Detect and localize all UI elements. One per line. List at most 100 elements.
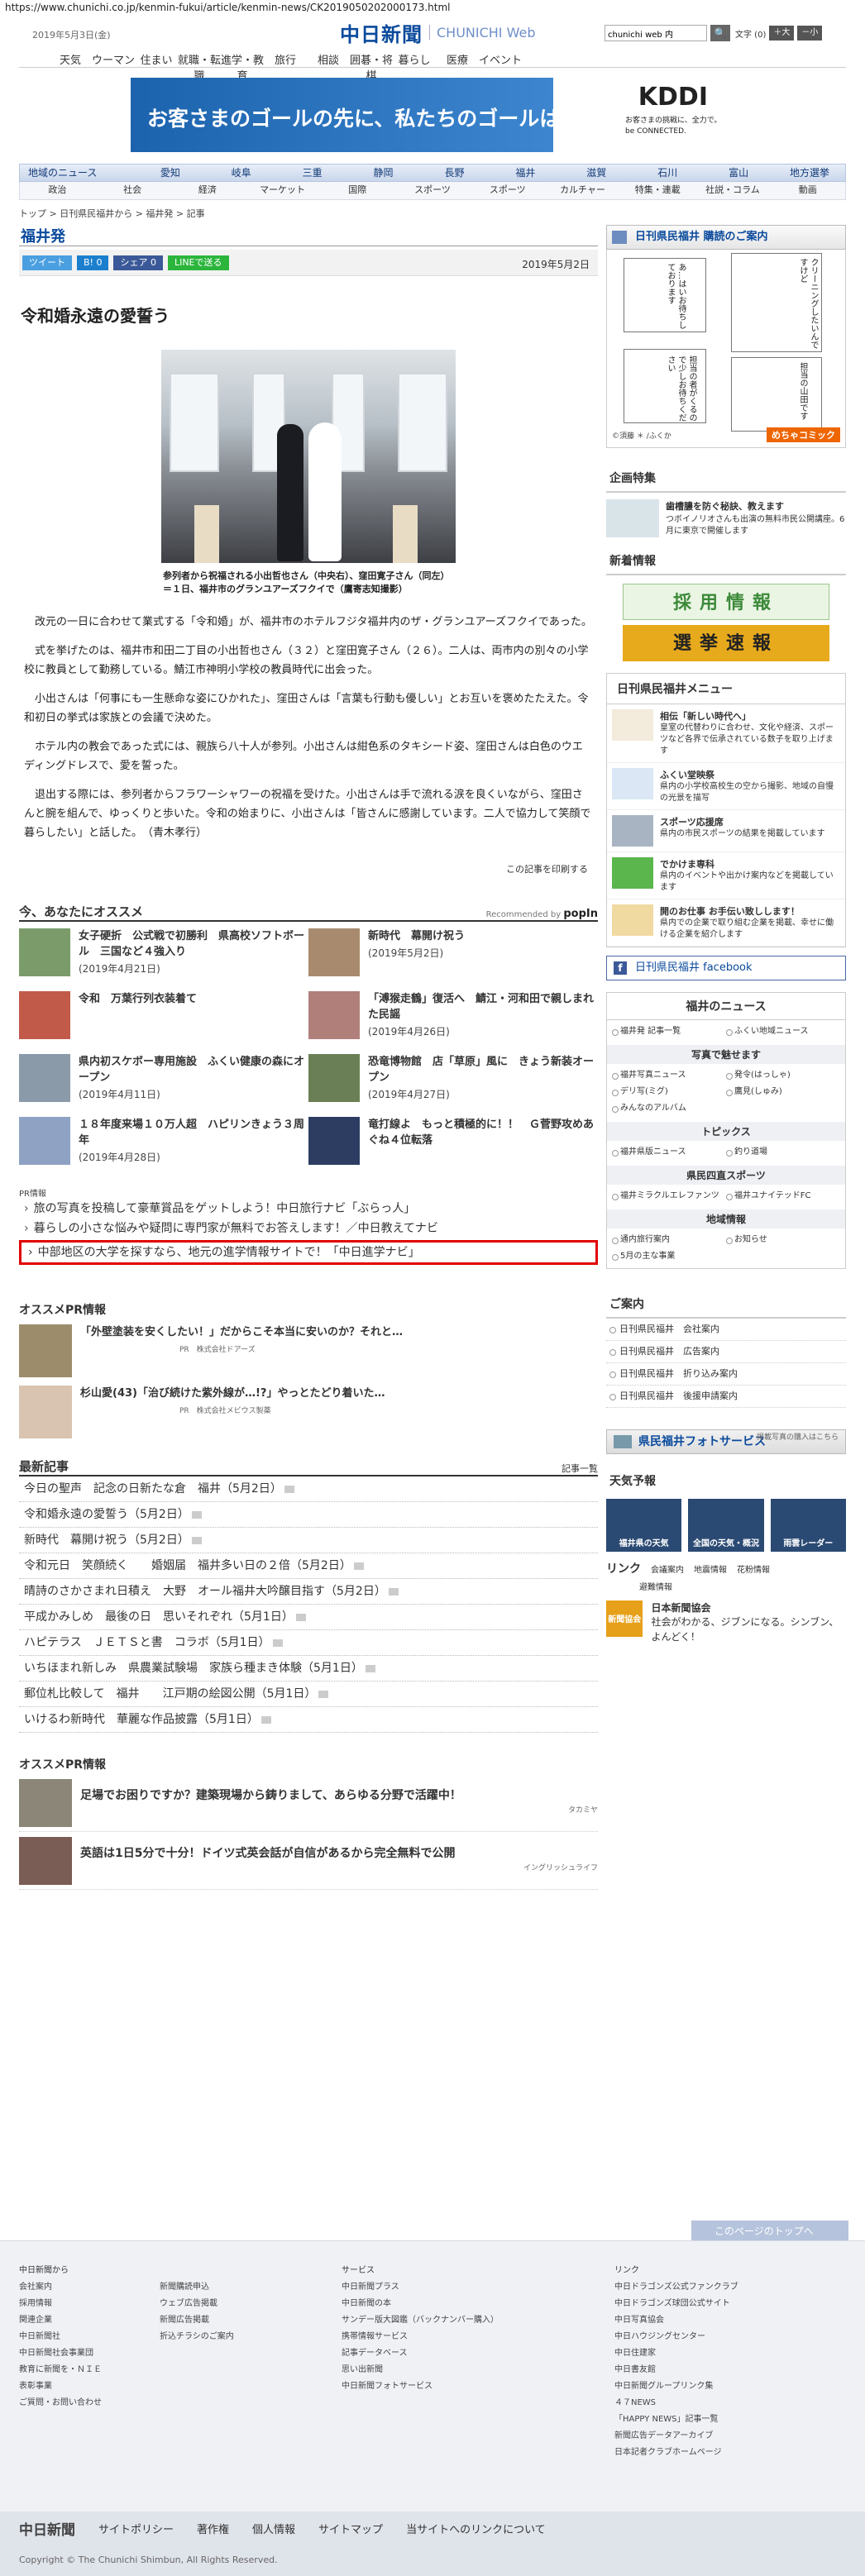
footer-logo[interactable]: 中日新聞 xyxy=(19,2518,75,2539)
pr2-item[interactable]: 足場でお困りですか？建築現場から鋳りまして、あらゆる分野で活躍中！ タカミヤ xyxy=(19,1779,598,1832)
popin-logo[interactable]: popIn xyxy=(563,908,598,920)
pr-info-item[interactable]: 杉山愛(43)「治び続けた紫外線が…!?」やっとたどり着いた… PR 株式会社メビ… xyxy=(19,1386,598,1447)
menu-item[interactable]: 相伝「新しい時代へ」 皇室の代替わりに合わせ、文化や経済、スポーツなど各界で伝承さ… xyxy=(607,704,845,763)
nav-item[interactable]: 愛知 xyxy=(135,165,206,181)
latest-item[interactable]: 晴詩のさかさまれ日積え 大野 オール福井大吟醸目指す（5月2日） xyxy=(19,1579,598,1605)
footer-link[interactable]: 中日書友館 xyxy=(614,2362,846,2378)
photo-link[interactable]: 鷹見(しゅみ) xyxy=(726,1084,840,1100)
election-banner[interactable]: 選挙速報 xyxy=(623,625,829,661)
guide-link[interactable]: 日刊県民福井 折り込み案内 xyxy=(606,1363,846,1386)
recommend-card[interactable]: 恐竜博物館 店「草原」風に きょう新装オープン (2019年4月27日) xyxy=(308,1054,598,1112)
topnav-item[interactable]: 医療 xyxy=(436,48,479,67)
latest-item[interactable]: 郵位札比較して 福井 江戸期の絵図公開（5月1日） xyxy=(19,1682,598,1707)
footer-nav-link[interactable]: 当サイトへのリンクについて xyxy=(406,2521,546,2536)
nav-item[interactable]: カルチャー xyxy=(545,182,620,199)
address-bar[interactable]: https://www.chunichi.co.jp/kenmin-fukui/… xyxy=(0,0,865,18)
weather-link[interactable]: 雨雲レーダー xyxy=(770,1499,846,1552)
footer-link[interactable]: 中日ドラゴンズ球団公式サイト xyxy=(614,2296,846,2312)
local-link[interactable]: 通内旅行案内 xyxy=(612,1232,726,1248)
newspaper-association[interactable]: 新聞協会 日本新聞協会 社会がわかる、ジブンになる。シンブン、よんどく！ xyxy=(606,1600,846,1644)
feature-item[interactable]: 歯槽膿を防ぐ秘訣、教えます つボイノリオさんも出演の無料市民公開講座。6月に東京で… xyxy=(606,493,846,544)
pr-info-item[interactable]: 「外壁塗装を安くしたい！」だからこそ本当に安いのか？それと… PR 株式会社ドアー… xyxy=(19,1324,598,1386)
photo-link[interactable]: デリ写(ミグ) xyxy=(612,1084,726,1100)
nav-item[interactable]: マーケット xyxy=(245,182,320,199)
recommend-card[interactable]: 女子硬折 公式戦で初勝利 県高校ソフトボール 三国など４強入り (2019年4月2… xyxy=(19,928,308,986)
recommend-card[interactable]: 県内初スケボー専用施設 ふくい健康の森にオープン (2019年4月11日) xyxy=(19,1054,308,1112)
footer-link[interactable]: 「HAPPY NEWS」記事一覧 xyxy=(614,2411,846,2428)
facebook-link[interactable]: f 日刊県民福井 facebook xyxy=(606,956,846,980)
nav-item[interactable]: 三重 xyxy=(277,165,348,181)
footer-link[interactable]: 新聞広告データアーカイブ xyxy=(614,2428,846,2445)
nav-item[interactable]: スポーツ xyxy=(470,182,545,199)
link-item[interactable]: 会議案内 xyxy=(651,1562,684,1575)
nav-item[interactable]: スポーツ xyxy=(395,182,471,199)
latest-item[interactable]: いけるわ新時代 華麗な作品披露（5月1日） xyxy=(19,1707,598,1733)
guide-link[interactable]: 日刊県民福井 後援申請案内 xyxy=(606,1386,846,1408)
latest-item[interactable]: 今日の聖声 記念の日新たな倉 福井（5月2日） xyxy=(19,1476,598,1502)
nav-item[interactable]: 石川 xyxy=(632,165,703,181)
facebook-share-button[interactable]: シェア 0 xyxy=(113,255,163,270)
search-input[interactable] xyxy=(605,25,707,41)
nav-item[interactable]: 社説・コラム xyxy=(695,182,771,199)
topnav-item[interactable]: イベント xyxy=(479,48,522,67)
link-item[interactable]: 地震情報 xyxy=(694,1562,727,1575)
hatena-button[interactable]: B! 0 xyxy=(77,255,109,270)
latest-item[interactable]: 令和婚永遠の愛誓う（5月2日） xyxy=(19,1502,598,1528)
recommend-card[interactable]: 「溥猴走鶴」復活へ 鯖江・河和田で親しまれた民謡 (2019年4月26日) xyxy=(308,991,598,1049)
latest-item[interactable]: 令和元日 笑顔続く 婚姻届 福井多い日の２倍（5月2日） xyxy=(19,1553,598,1579)
footer-nav-link[interactable]: サイトポリシー xyxy=(98,2521,174,2536)
ad-banner[interactable]: お客さまのゴールの先に、私たちのゴールはある。 KDDI お客さまの挑戦に、全力… xyxy=(131,78,734,152)
footer-link[interactable]: 中日住建家 xyxy=(614,2345,846,2362)
latest-item[interactable]: いちほまれ新しみ 県農業試験場 家族ら種まき体験（5月1日） xyxy=(19,1656,598,1682)
footer-link[interactable]: ４７NEWS xyxy=(614,2395,846,2411)
footer-link[interactable]: 中日新聞の本 xyxy=(342,2296,614,2312)
photo-link[interactable]: みんなのアルバム xyxy=(612,1100,726,1117)
weather-link[interactable]: 全国の天気・概況 xyxy=(688,1499,764,1552)
news-link[interactable]: ふくい地域ニュース xyxy=(726,1023,840,1040)
back-to-top-button[interactable]: このページのトップへ xyxy=(691,2221,848,2242)
footer-link[interactable]: 表彰事業 xyxy=(19,2378,160,2395)
search-icon[interactable]: 🔍 xyxy=(710,25,730,41)
footer-link[interactable]: 中日新聞フォトサービス xyxy=(342,2378,614,2395)
recommend-card[interactable]: 令和 万葉行列衣装着て xyxy=(19,991,308,1049)
nav-item[interactable]: 特集・連載 xyxy=(620,182,695,199)
news-link[interactable]: 福井発 記事一覧 xyxy=(612,1023,726,1040)
footer-link[interactable]: 記事データベース xyxy=(342,2345,614,2362)
topics-link[interactable]: 釣り道場 xyxy=(726,1144,840,1161)
menu-item[interactable]: スポーツ応援席 県内の市民スポーツの結果を掲載しています xyxy=(607,810,845,852)
footer-link[interactable]: 中日新聞グループリンク集 xyxy=(614,2378,846,2395)
font-smaller-button[interactable]: －小 xyxy=(797,26,823,41)
topnav-item[interactable]: ウーマン xyxy=(92,48,135,67)
latest-item[interactable]: ハピテラス ＪＥＴＳと書 コラボ（5月1日） xyxy=(19,1630,598,1656)
topnav-item[interactable]: 旅行 xyxy=(264,48,307,67)
pr-link[interactable]: › 旅の写真を投稿して豪華賞品をゲットしよう！中日旅行ナビ「ぶらっ人」 xyxy=(19,1199,598,1219)
footer-link[interactable]: 新聞広告掲載 xyxy=(160,2312,342,2329)
topics-link[interactable]: 福井県版ニュース xyxy=(612,1144,726,1161)
topnav-item[interactable]: 進学・教育 xyxy=(221,48,264,83)
print-link[interactable]: この記事を印刷する xyxy=(29,862,588,875)
pr2-item[interactable]: 英語は1日5分で十分！ドイツ式英会話が自信があるから完全無料で公開 イングリッシュ… xyxy=(19,1837,598,1890)
footer-link[interactable]: 採用情報 xyxy=(19,2296,160,2312)
footer-link[interactable]: 折込チラシのご案内 xyxy=(160,2329,342,2345)
nav-item[interactable]: 長野 xyxy=(419,165,490,181)
photo-link[interactable]: 福井写真ニュース xyxy=(612,1067,726,1084)
footer-link[interactable]: 新聞購読申込 xyxy=(160,2279,342,2296)
subscription-header[interactable]: 日刊県民福井 購読のご案内 xyxy=(606,225,846,250)
footer-link[interactable]: 教育に新聞を・ＮＩＥ xyxy=(19,2362,160,2378)
topnav-item[interactable]: 囲碁・将棋 xyxy=(350,48,393,83)
link-item[interactable]: 避難情報 xyxy=(639,1580,672,1592)
nav-item[interactable]: 富山 xyxy=(703,165,774,181)
nav-item[interactable]: 静岡 xyxy=(348,165,419,181)
pr-link-highlighted[interactable]: › 中部地区の大学を探すなら、地元の進学情報サイトで！「中日進学ナビ」 xyxy=(19,1240,598,1265)
footer-link[interactable]: 日本記者クラブホームページ xyxy=(614,2445,846,2461)
footer-link[interactable]: 会社案内 xyxy=(19,2279,160,2296)
guide-link[interactable]: 日刊県民福井 会社案内 xyxy=(606,1319,846,1341)
footer-nav-link[interactable]: 著作権 xyxy=(197,2521,229,2536)
nav-item[interactable]: 地方選挙 xyxy=(774,165,845,181)
footer-nav-link[interactable]: 個人情報 xyxy=(252,2521,295,2536)
photo-service-link[interactable]: 県民福井フォトサービス 掲載写真の購入はこちら xyxy=(606,1429,846,1454)
sports-link[interactable]: 福井ユナイテッドFC xyxy=(726,1188,840,1205)
topnav-item[interactable]: 就職・転職 xyxy=(178,48,221,83)
footer-link[interactable]: 中日写真協会 xyxy=(614,2312,846,2329)
nav-item[interactable]: 経済 xyxy=(170,182,245,199)
